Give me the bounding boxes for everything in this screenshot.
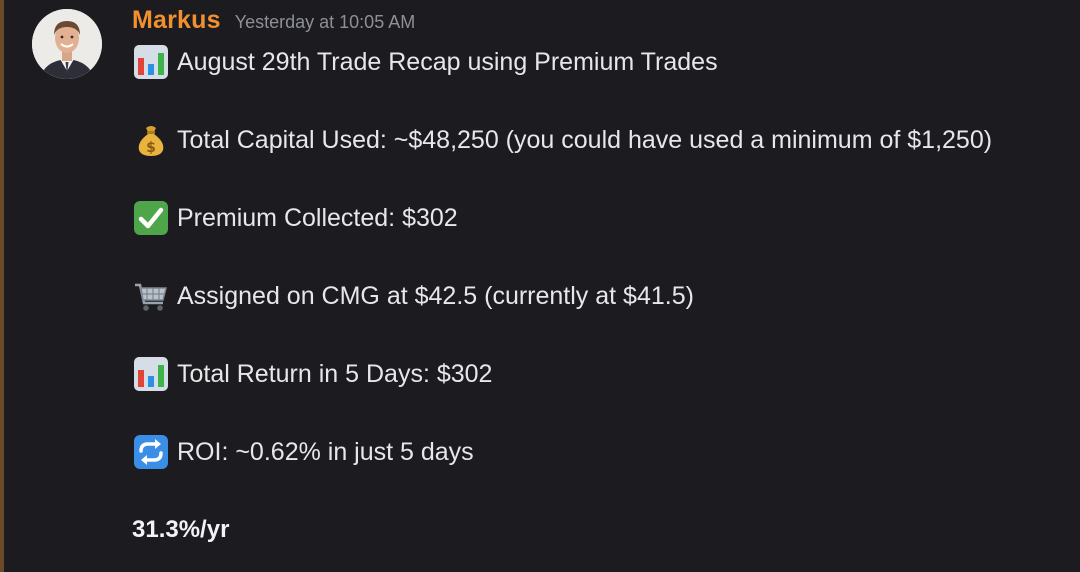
message-line-premium: Premium Collected: $302 [132,200,1072,236]
message-header: Markus Yesterday at 10:05 AM [132,6,415,35]
timestamp[interactable]: Yesterday at 10:05 AM [235,12,415,33]
annualized-return: 31.3%/yr [132,516,230,543]
bar-chart-icon [132,43,170,81]
svg-text:$: $ [146,140,156,156]
user-portrait-icon [32,9,102,79]
message-line-roi: ROI: ~0.62% in just 5 days [132,434,1072,470]
message-line-assigned: Assigned on CMG at $42.5 (currently at $… [132,278,1072,314]
bar-chart-icon [132,355,170,393]
repeat-arrows-icon [132,433,170,471]
message-line-text: Total Return in 5 Days: $302 [177,359,493,388]
message-line-text: Assigned on CMG at $42.5 (currently at $… [177,281,694,310]
shopping-cart-icon [132,277,170,315]
message-content: August 29th Trade Recap using Premium Tr… [132,44,1072,548]
chat-message: Markus Yesterday at 10:05 AM August 29th… [0,0,1080,572]
message-line-text: ROI: ~0.62% in just 5 days [177,437,474,466]
message-line-return: Total Return in 5 Days: $302 [132,356,1072,392]
message-line-title: August 29th Trade Recap using Premium Tr… [132,44,1072,80]
avatar[interactable] [32,9,102,79]
message-line-text: August 29th Trade Recap using Premium Tr… [177,47,718,76]
check-mark-icon [132,199,170,237]
username[interactable]: Markus [132,6,221,35]
message-line-capital: $ Total Capital Used: ~$48,250 (you coul… [132,122,1072,158]
money-bag-icon: $ [132,121,170,159]
message-line-text: Premium Collected: $302 [177,203,458,232]
message-line-text: Total Capital Used: ~$48,250 (you could … [177,125,993,154]
